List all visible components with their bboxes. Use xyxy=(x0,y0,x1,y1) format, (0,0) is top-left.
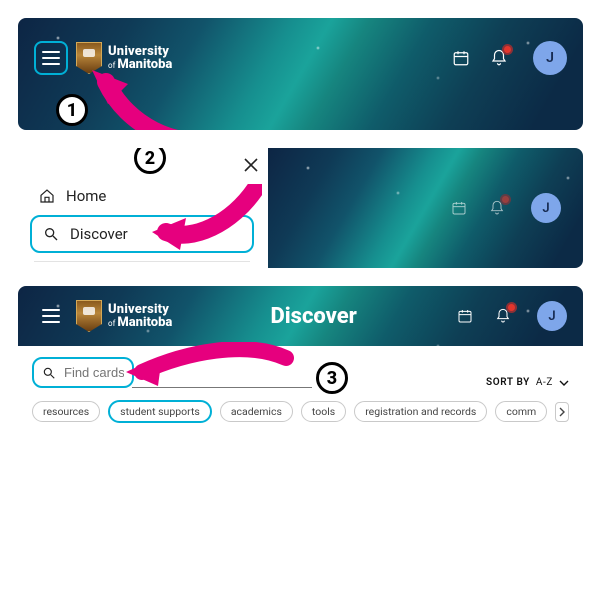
notifications-button[interactable] xyxy=(487,198,507,218)
chevron-right-icon xyxy=(557,407,567,417)
calendar-icon xyxy=(451,200,467,216)
divider xyxy=(34,261,250,262)
shield-icon xyxy=(76,300,102,332)
university-wordmark: University ofManitoba xyxy=(108,45,172,71)
home-icon xyxy=(38,187,56,205)
filter-chip-academics[interactable]: academics xyxy=(220,401,293,422)
calendar-button[interactable] xyxy=(455,306,475,326)
notifications-button[interactable] xyxy=(489,48,509,68)
discover-panel-step3: University ofManitoba Discover J xyxy=(18,286,583,431)
hamburger-icon xyxy=(42,309,60,323)
sidebar-item-home[interactable]: Home xyxy=(30,181,254,211)
university-logo: University ofManitoba xyxy=(76,42,172,74)
filter-chip-tools[interactable]: tools xyxy=(301,401,346,422)
notifications-button[interactable] xyxy=(493,306,513,326)
user-avatar[interactable]: J xyxy=(537,301,567,331)
sidebar-item-label: Discover xyxy=(70,225,128,243)
calendar-icon xyxy=(457,308,473,324)
close-sidebar-button[interactable] xyxy=(240,154,262,176)
hamburger-icon xyxy=(42,51,60,65)
collapsed-header: J xyxy=(268,148,583,268)
topbar-actions: J xyxy=(451,41,567,75)
search-icon xyxy=(42,225,60,243)
discover-header: University ofManitoba Discover J xyxy=(18,286,583,346)
university-logo: University ofManitoba xyxy=(76,300,172,332)
filter-chip-row: resources student supports academics too… xyxy=(32,400,569,423)
close-icon xyxy=(244,158,258,172)
find-cards-input[interactable] xyxy=(64,365,124,380)
notification-dot-icon xyxy=(500,194,511,205)
calendar-icon xyxy=(452,49,470,67)
top-bar: J xyxy=(268,148,583,268)
sidebar-panel-step2: 2 Home Discover xyxy=(18,148,583,268)
notification-dot-icon xyxy=(502,44,513,55)
find-cards-search[interactable] xyxy=(32,357,134,388)
notification-dot-icon xyxy=(506,302,517,313)
search-icon xyxy=(42,366,56,380)
sidebar-item-discover[interactable]: Discover xyxy=(30,215,254,253)
chips-scroll-right[interactable] xyxy=(555,402,569,422)
hamburger-menu-button[interactable] xyxy=(34,41,68,75)
step-badge-1: 1 xyxy=(56,94,88,126)
shield-icon xyxy=(76,42,102,74)
sidebar-item-label: Home xyxy=(66,187,106,205)
calendar-button[interactable] xyxy=(449,198,469,218)
top-bar: University ofManitoba J xyxy=(18,18,583,98)
step-badge-3: 3 xyxy=(316,362,348,394)
page-title: Discover xyxy=(172,304,455,329)
header-panel-step1: University ofManitoba J xyxy=(18,18,583,130)
sort-control[interactable]: SORT BY A-Z xyxy=(486,377,569,388)
topbar-actions: J xyxy=(455,301,567,331)
discover-body: 3 SORT BY A-Z resources student supports… xyxy=(18,346,583,431)
calendar-button[interactable] xyxy=(451,48,471,68)
filter-chip-resources[interactable]: resources xyxy=(32,401,100,422)
chevron-down-icon xyxy=(559,378,569,388)
filter-chip-truncated[interactable]: comm xyxy=(495,401,547,422)
university-wordmark: University ofManitoba xyxy=(108,303,172,329)
filter-chip-student-supports[interactable]: student supports xyxy=(108,400,212,423)
user-avatar[interactable]: J xyxy=(531,193,561,223)
input-underline xyxy=(132,387,312,388)
user-avatar[interactable]: J xyxy=(533,41,567,75)
hamburger-menu-button[interactable] xyxy=(34,299,68,333)
topbar-actions: J xyxy=(449,193,561,223)
nav-sidebar: 2 Home Discover xyxy=(18,148,268,268)
filter-chip-registration[interactable]: registration and records xyxy=(354,401,487,422)
